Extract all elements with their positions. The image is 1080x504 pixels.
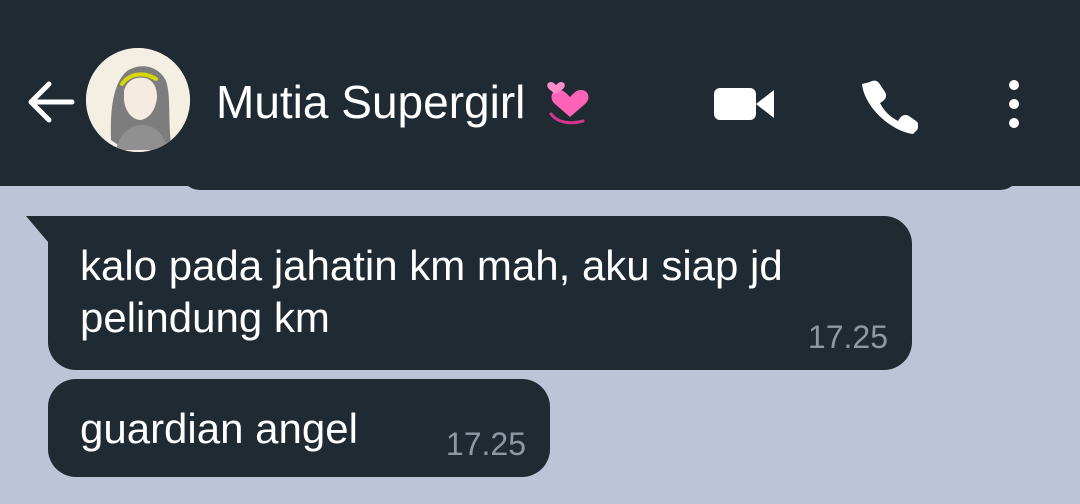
contact-name: Mutia Supergirl — [216, 76, 526, 128]
message-text: kalo pada jahatin km mah, aku siap jd pe… — [80, 242, 783, 341]
video-call-icon[interactable] — [712, 80, 778, 128]
contact-title[interactable]: Mutia Supergirl — [216, 72, 599, 132]
more-options-icon[interactable] — [998, 76, 1030, 132]
message-time: 17.25 — [807, 319, 888, 355]
previous-message-bubble — [180, 160, 1020, 190]
incoming-message-bubble[interactable]: kalo pada jahatin km mah, aku siap jd pe… — [26, 216, 912, 370]
avatar[interactable] — [86, 48, 190, 152]
back-arrow-icon[interactable] — [22, 74, 78, 130]
phone-call-icon[interactable] — [860, 76, 919, 134]
heart-emoji-icon — [539, 72, 599, 132]
chat-header: Mutia Supergirl — [0, 0, 1080, 186]
bubble-tail — [26, 216, 48, 242]
incoming-message-bubble[interactable]: guardian angel 17.25 — [48, 379, 550, 477]
message-time: 17.25 — [445, 426, 526, 462]
